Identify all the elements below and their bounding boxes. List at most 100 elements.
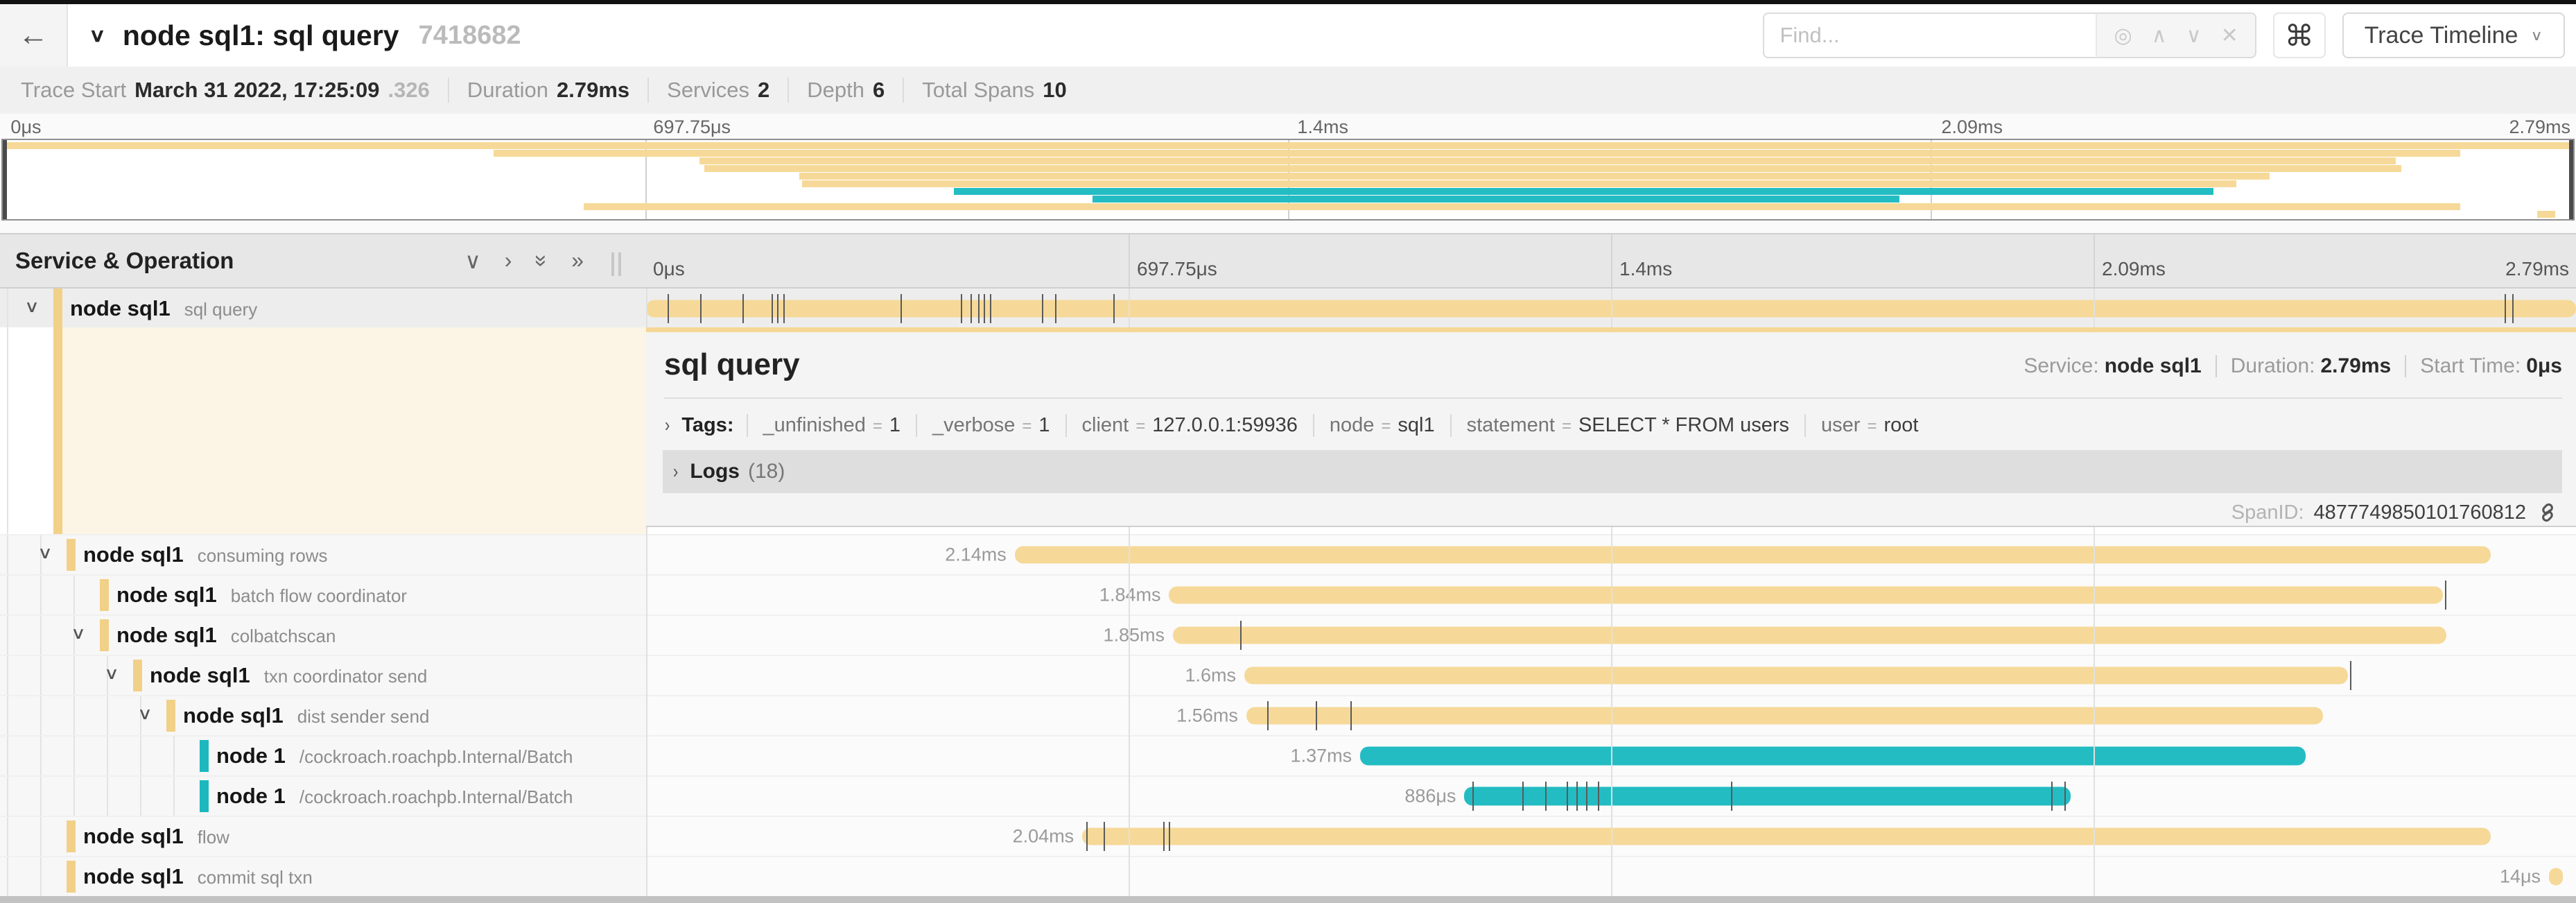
chevron-down-icon[interactable]: ∨ <box>104 664 119 683</box>
span-log-marker <box>978 294 980 323</box>
span-bar-cell[interactable]: 1.56ms <box>646 696 2576 735</box>
search-input[interactable] <box>1763 12 2096 58</box>
logs-row[interactable]: › Logs (18) <box>663 450 2562 493</box>
title-group: ∨ node sql1: sql query 7418682 <box>89 4 521 67</box>
summary-value: 10 <box>1043 78 1066 103</box>
span-tree-cell[interactable]: ∨node sql1colbatchscan <box>0 616 646 655</box>
expand-all-icon[interactable]: » <box>571 248 584 274</box>
span-tree-cell[interactable]: node sql1flow <box>0 817 646 856</box>
tag-key: statement <box>1467 414 1555 437</box>
column-resize-handle[interactable] <box>611 252 621 276</box>
tree-indent-guide <box>107 777 108 816</box>
span-bar[interactable] <box>1360 747 2306 766</box>
minimap-span-row <box>3 195 2573 203</box>
span-tree-cell[interactable]: node 1/cockroach.roachpb.Internal/Batch <box>0 777 646 816</box>
span-bar-cell[interactable]: 1.85ms <box>646 616 2576 655</box>
span-row[interactable]: node sql1commit sql txn14μs <box>0 856 2576 896</box>
horizontal-scrollbar[interactable] <box>0 896 2576 903</box>
span-tree-cell[interactable]: node sql1batch flow coordinator <box>0 576 646 614</box>
minimap-drag-handle-left[interactable] <box>3 140 7 219</box>
span-log-marker <box>1598 782 1599 811</box>
summary-item: Trace StartMarch 31 2022, 17:25:09.326 <box>21 78 449 103</box>
back-button[interactable]: ← <box>0 4 68 67</box>
span-tree-cell[interactable]: ∨node sql1consuming rows <box>0 535 646 574</box>
span-bar-cell[interactable]: 14μs <box>646 857 2576 896</box>
next-result-icon[interactable]: ∨ <box>2186 24 2202 48</box>
span-row[interactable]: ∨node sql1dist sender send1.56ms <box>0 695 2576 735</box>
minimap-span-row <box>3 149 2573 157</box>
span-log-marker <box>783 294 785 323</box>
service-value: node sql1 <box>2105 354 2202 377</box>
tree-indent-guide <box>173 737 175 775</box>
service-operation-header: Service & Operation ∨›»» <box>0 234 646 287</box>
expand-one-icon[interactable]: › <box>505 248 512 274</box>
span-row-root[interactable]: ∨ node sql1sql query <box>0 289 2576 329</box>
span-bar[interactable] <box>1173 627 2446 644</box>
span-tree-cell[interactable]: ∨node sql1dist sender send <box>0 696 646 735</box>
tree-indent-guide <box>7 535 8 574</box>
tag-key: _unfinished <box>763 414 866 437</box>
span-bar-cell[interactable]: 1.84ms <box>646 576 2576 614</box>
span-bar[interactable] <box>1246 707 2323 725</box>
chevron-down-icon[interactable]: ∨ <box>89 24 106 46</box>
trace-minimap[interactable]: 0μs697.75μs1.4ms2.09ms2.79ms <box>0 114 2576 233</box>
span-log-marker <box>2051 782 2053 811</box>
span-detail-region: sql query Service:node sql1 Duration:2.7… <box>0 327 2576 534</box>
chevron-down-icon[interactable]: ∨ <box>71 624 86 643</box>
span-bar-cell[interactable] <box>646 289 2576 329</box>
clear-search-icon[interactable]: ✕ <box>2221 24 2238 48</box>
span-tree-cell[interactable]: ∨node sql1txn coordinator send <box>0 656 646 695</box>
span-bar[interactable] <box>1244 667 2348 685</box>
span-detail-meta: Service:node sql1 Duration:2.79ms Start … <box>2024 354 2562 378</box>
chevron-down-icon[interactable]: ∨ <box>37 543 53 562</box>
span-service-name: node sql1sql query <box>70 296 257 321</box>
span-operation-name: sql query <box>184 299 258 320</box>
span-bar-cell[interactable]: 1.6ms <box>646 656 2576 695</box>
span-tree-cell[interactable]: node sql1commit sql txn <box>0 857 646 896</box>
span-row[interactable]: node 1/cockroach.roachpb.Internal/Batch8… <box>0 775 2576 816</box>
span-detail-card: sql query Service:node sql1 Duration:2.7… <box>646 327 2576 527</box>
service-color-stripe <box>133 660 142 691</box>
chevron-down-icon[interactable]: ∨ <box>137 704 153 723</box>
page-title: node sql1: sql query <box>123 19 399 52</box>
span-row[interactable]: ∨node sql1txn coordinator send1.6ms <box>0 655 2576 695</box>
link-icon[interactable] <box>2536 501 2559 524</box>
minimap-canvas[interactable] <box>1 139 2575 221</box>
summary-item: Duration2.79ms <box>449 78 649 103</box>
summary-value: 6 <box>873 78 885 103</box>
collapse-one-icon[interactable]: » <box>528 255 555 267</box>
trace-view-dropdown[interactable]: Trace Timeline ∨ <box>2342 12 2565 58</box>
span-row[interactable]: ∨node sql1colbatchscan1.85ms <box>0 614 2576 655</box>
span-bar-cell[interactable]: 1.37ms <box>646 737 2576 775</box>
span-bar[interactable] <box>1015 547 2491 564</box>
locate-icon[interactable]: ◎ <box>2114 24 2132 48</box>
timeline-tick-label: 697.75μs <box>1137 258 1217 280</box>
prev-result-icon[interactable]: ∧ <box>2152 24 2167 48</box>
span-row[interactable]: node sql1flow2.04ms <box>0 816 2576 856</box>
span-bar[interactable] <box>646 300 2576 318</box>
span-bar[interactable] <box>1464 787 2070 806</box>
minimap-tick-label: 2.79ms <box>2509 117 2570 138</box>
tree-indent-guide <box>73 656 75 695</box>
span-row[interactable]: node sql1batch flow coordinator1.84ms <box>0 574 2576 614</box>
collapse-all-icon[interactable]: ∨ <box>464 248 480 274</box>
span-row[interactable]: ∨node sql1consuming rows2.14ms <box>0 534 2576 574</box>
minimap-span-bar <box>494 150 2460 157</box>
jaeger-trace-page: ← ∨ node sql1: sql query 7418682 ◎ ∧ ∨ ✕… <box>0 0 2576 903</box>
span-bar-cell[interactable]: 2.14ms <box>646 535 2576 574</box>
span-bar[interactable] <box>2549 868 2562 886</box>
span-log-marker <box>1104 822 1105 851</box>
span-row[interactable]: node 1/cockroach.roachpb.Internal/Batch1… <box>0 735 2576 775</box>
span-bar-cell[interactable]: 886μs <box>646 777 2576 816</box>
back-arrow-icon: ← <box>18 18 49 53</box>
minimap-drag-handle-right[interactable] <box>2569 140 2573 219</box>
span-bar[interactable] <box>1082 828 2491 845</box>
tags-row[interactable]: › Tags: _unfinished=1_verbose=1client=12… <box>664 406 2562 445</box>
span-id-label: SpanID: <box>2231 501 2304 524</box>
span-tree-cell[interactable]: ∨ node sql1sql query <box>0 289 646 329</box>
chevron-down-icon[interactable]: ∨ <box>24 297 40 316</box>
keyboard-shortcuts-button[interactable]: ⌘ <box>2273 12 2326 58</box>
span-bar[interactable] <box>1169 587 2442 604</box>
span-bar-cell[interactable]: 2.04ms <box>646 817 2576 856</box>
span-tree-cell[interactable]: node 1/cockroach.roachpb.Internal/Batch <box>0 737 646 775</box>
